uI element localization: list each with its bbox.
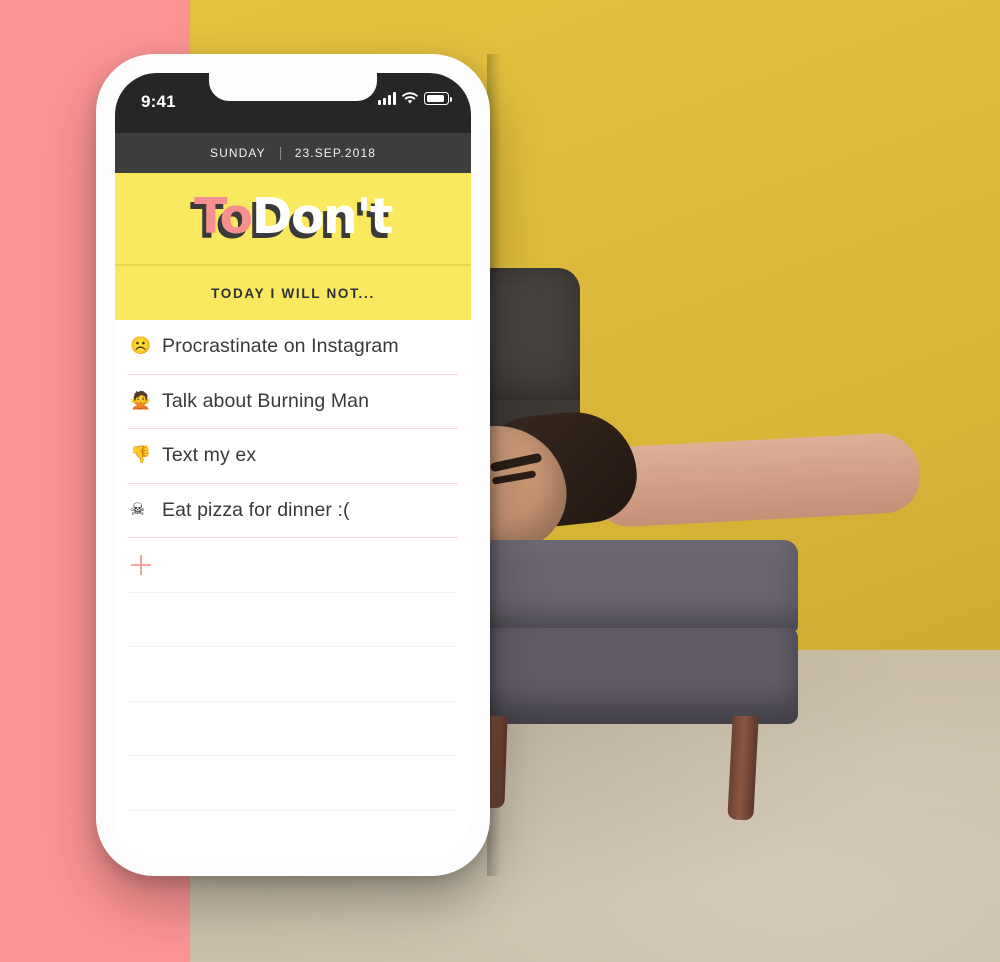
thumbs-down-emoji: 👎: [130, 445, 152, 466]
phone-notch: [209, 73, 377, 101]
empty-list-row[interactable]: [128, 756, 458, 811]
frowning-face-emoji: ☹️: [130, 336, 152, 357]
ottoman-leg-right: [727, 715, 759, 821]
list-item-label: Procrastinate on Instagram: [162, 335, 399, 358]
list-item[interactable]: 👎 Text my ex: [128, 429, 458, 484]
status-icons: [378, 92, 453, 105]
logo-part-to: To: [194, 188, 253, 245]
person-gesturing-no-emoji: 🙅: [130, 390, 152, 411]
empty-list-row[interactable]: [128, 593, 458, 647]
logo-part-dont: Don't: [251, 188, 394, 245]
signal-bars-icon: [378, 92, 396, 105]
subtitle-text: TODAY I WILL NOT...: [211, 285, 375, 301]
list-item[interactable]: ☠ Eat pizza for dinner :(: [128, 484, 458, 538]
plus-icon[interactable]: [131, 554, 151, 575]
screenshot-stage: 9:41 SUNDAY 23.SEP.2018 ToDon't TODAY I …: [0, 0, 1000, 962]
empty-list-row[interactable]: [128, 702, 458, 756]
list-item-label: Text my ex: [162, 444, 257, 467]
list-item-label: Talk about Burning Man: [162, 389, 370, 412]
list-item[interactable]: 🙅 Talk about Burning Man: [128, 375, 458, 429]
status-time: 9:41: [141, 92, 176, 111]
phone-mockup: 9:41 SUNDAY 23.SEP.2018 ToDon't TODAY I …: [96, 54, 490, 876]
status-bar: 9:41: [115, 73, 471, 133]
subtitle-block: TODAY I WILL NOT...: [115, 264, 471, 320]
date-separator: [279, 146, 281, 160]
date-weekday: SUNDAY: [209, 146, 266, 160]
todont-list: ☹️ Procrastinate on Instagram 🙅 Talk abo…: [115, 320, 471, 857]
empty-list-row[interactable]: [128, 647, 458, 702]
wifi-icon: [401, 92, 419, 105]
skull-and-crossbones-emoji: ☠: [130, 499, 146, 520]
date-value: 23.SEP.2018: [294, 146, 376, 160]
list-item[interactable]: ☹️ Procrastinate on Instagram: [128, 320, 458, 375]
add-item-row[interactable]: [128, 538, 458, 593]
battery-icon: [424, 92, 453, 105]
app-logo: ToDon't: [194, 192, 393, 241]
phone-screen: 9:41 SUNDAY 23.SEP.2018 ToDon't TODAY I …: [115, 73, 471, 857]
empty-list-row[interactable]: [128, 811, 458, 858]
date-bar: SUNDAY 23.SEP.2018: [115, 133, 471, 173]
app-logo-block: ToDon't: [115, 173, 471, 264]
list-item-label: Eat pizza for dinner :(: [162, 498, 350, 521]
